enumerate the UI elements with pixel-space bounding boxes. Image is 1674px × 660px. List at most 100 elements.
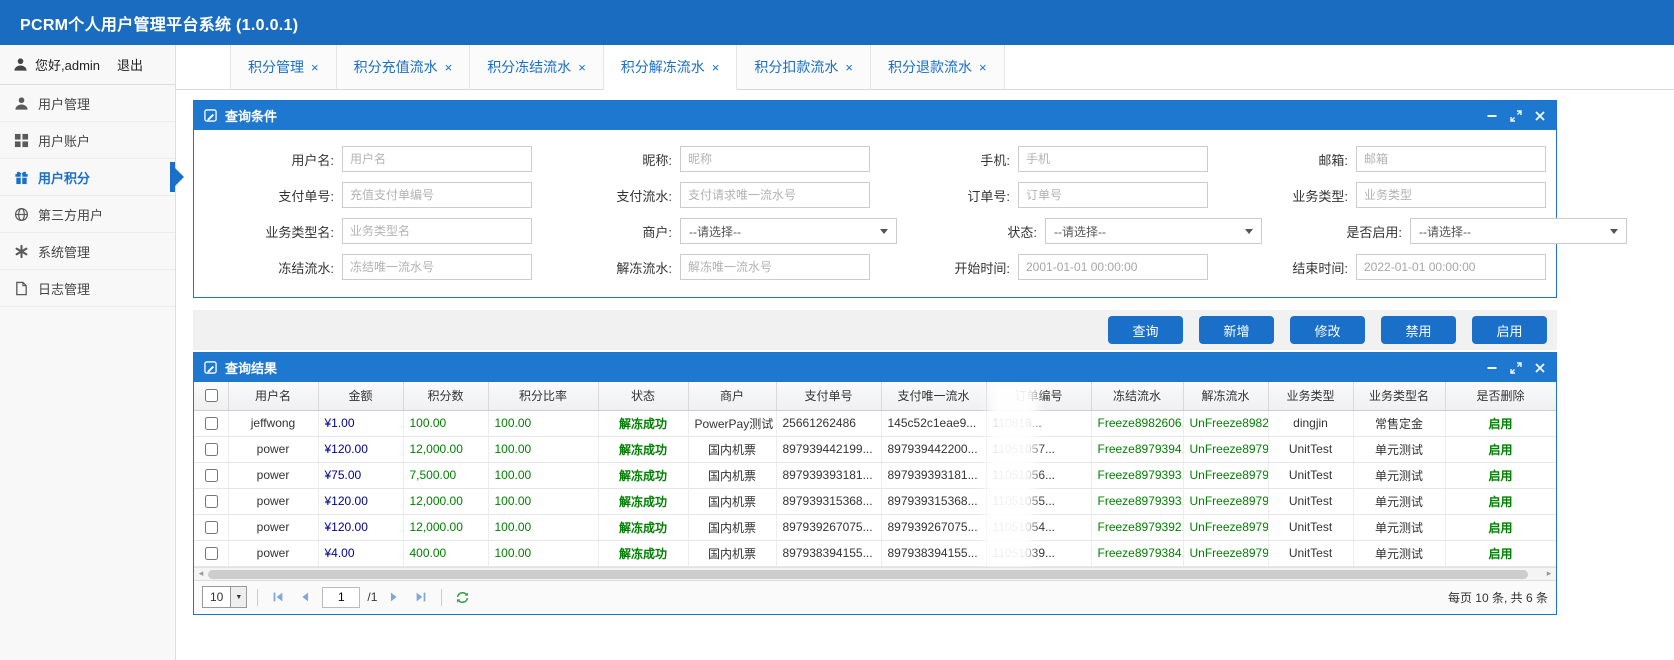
- tab-points-refund-flow[interactable]: 积分退款流水 ×: [871, 45, 1005, 90]
- merchant-select[interactable]: --请选择--: [680, 218, 897, 244]
- column-header[interactable]: 用户名: [228, 382, 318, 410]
- cell: UnitTest: [1268, 462, 1353, 488]
- first-page-icon[interactable]: [268, 587, 288, 607]
- add-button[interactable]: 新增: [1199, 316, 1274, 344]
- table-row[interactable]: power¥4.00400.00100.00解冻成功国内机票8979383941…: [194, 540, 1556, 566]
- freeze-flow-input[interactable]: [342, 254, 532, 280]
- sidebar-item-user-account[interactable]: 用户账户: [0, 122, 175, 159]
- column-header[interactable]: 解冻流水: [1183, 382, 1268, 410]
- column-header[interactable]: 冻结流水: [1091, 382, 1183, 410]
- sidebar-item-label: 用户积分: [38, 168, 90, 187]
- cell: 单元测试: [1353, 436, 1445, 462]
- username-input[interactable]: [342, 146, 532, 172]
- last-page-icon[interactable]: [411, 587, 431, 607]
- enable-button[interactable]: 启用: [1472, 316, 1547, 344]
- start-time-input[interactable]: [1018, 254, 1208, 280]
- column-header[interactable]: 商户: [688, 382, 776, 410]
- select-all-cell: [194, 382, 228, 410]
- scrollbar-thumb[interactable]: [208, 570, 1528, 579]
- column-header[interactable]: 业务类型名: [1353, 382, 1445, 410]
- column-header[interactable]: 支付单号: [776, 382, 881, 410]
- cell: UnitTest: [1268, 540, 1353, 566]
- scroll-right-icon[interactable]: ▸: [1542, 567, 1556, 580]
- row-checkbox[interactable]: [205, 547, 218, 560]
- column-header[interactable]: 积分比率: [488, 382, 598, 410]
- column-header[interactable]: 积分数: [403, 382, 488, 410]
- end-time-input[interactable]: [1356, 254, 1546, 280]
- cell: 897938394155...: [881, 540, 986, 566]
- pay-flow-no-input[interactable]: [680, 182, 870, 208]
- phone-input[interactable]: [1018, 146, 1208, 172]
- search-button[interactable]: 查询: [1108, 316, 1183, 344]
- table-row[interactable]: jeffwong¥1.00100.00100.00解冻成功PowerPay测试2…: [194, 410, 1556, 436]
- row-checkbox[interactable]: [205, 417, 218, 430]
- sidebar-item-user-management[interactable]: 用户管理: [0, 85, 175, 122]
- column-header[interactable]: 是否删除: [1445, 382, 1556, 410]
- unfreeze-flow-input[interactable]: [680, 254, 870, 280]
- sidebar-item-user-points[interactable]: 用户积分: [0, 159, 175, 196]
- panel-window-buttons: [1486, 110, 1546, 122]
- column-header[interactable]: 业务类型: [1268, 382, 1353, 410]
- business-type-name-input[interactable]: [342, 218, 532, 244]
- nickname-input[interactable]: [680, 146, 870, 172]
- cell: ¥120.00: [318, 488, 403, 514]
- tab-close-icon[interactable]: ×: [712, 61, 720, 74]
- page-size-select[interactable]: 10 ▼: [202, 586, 247, 608]
- select-all-checkbox[interactable]: [205, 389, 218, 402]
- refresh-icon[interactable]: [452, 587, 472, 607]
- field-business-type-name: 业务类型名:: [194, 218, 532, 244]
- row-checkbox[interactable]: [205, 469, 218, 482]
- order-no-input[interactable]: [1018, 182, 1208, 208]
- scroll-left-icon[interactable]: ◂: [194, 567, 208, 580]
- table-row[interactable]: power¥75.007,500.00100.00解冻成功国内机票8979393…: [194, 462, 1556, 488]
- cell: 897939442200...: [881, 436, 986, 462]
- disable-button[interactable]: 禁用: [1381, 316, 1456, 344]
- tab-points-recharge-flow[interactable]: 积分充值流水 ×: [337, 45, 471, 90]
- edit-button[interactable]: 修改: [1290, 316, 1365, 344]
- cell: 启用: [1445, 488, 1556, 514]
- column-header[interactable]: 订单编号: [986, 382, 1091, 410]
- tab-close-icon[interactable]: ×: [979, 61, 987, 74]
- horizontal-scrollbar[interactable]: ◂ ▸: [194, 567, 1556, 580]
- sidebar-item-system-management[interactable]: 系统管理: [0, 233, 175, 270]
- tab-close-icon[interactable]: ×: [845, 61, 853, 74]
- row-checkbox[interactable]: [205, 443, 218, 456]
- row-checkbox[interactable]: [205, 521, 218, 534]
- sidebar-item-third-party-users[interactable]: 第三方用户: [0, 196, 175, 233]
- enabled-select[interactable]: --请选择--: [1410, 218, 1627, 244]
- app-window: PCRM个人用户管理平台系统 (1.0.0.1) 您好,admin 退出 用户管…: [0, 0, 1674, 660]
- pay-order-no-input[interactable]: [342, 182, 532, 208]
- tab-close-icon[interactable]: ×: [445, 61, 453, 74]
- content-area: 查询条件 用户名: 昵称: 手机: 邮箱: 支付单号: 支付流水: 订: [176, 90, 1674, 615]
- prev-page-icon[interactable]: [295, 587, 315, 607]
- tab-points-freeze-flow[interactable]: 积分冻结流水 ×: [470, 45, 604, 90]
- expand-icon[interactable]: [1510, 110, 1522, 122]
- close-icon[interactable]: [1534, 110, 1546, 122]
- table-row[interactable]: power¥120.0012,000.00100.00解冻成功国内机票89793…: [194, 488, 1556, 514]
- tab-close-icon[interactable]: ×: [311, 61, 319, 74]
- cell: 国内机票: [688, 436, 776, 462]
- table-row[interactable]: power¥120.0012,000.00100.00解冻成功国内机票89793…: [194, 436, 1556, 462]
- expand-icon[interactable]: [1510, 362, 1522, 374]
- minimize-icon[interactable]: [1486, 362, 1498, 374]
- tab-points-unfreeze-flow[interactable]: 积分解冻流水 ×: [604, 45, 738, 90]
- email-input[interactable]: [1356, 146, 1546, 172]
- logout-link[interactable]: 退出: [117, 55, 143, 74]
- column-header[interactable]: 支付唯一流水: [881, 382, 986, 410]
- page-number-input[interactable]: [322, 587, 360, 608]
- field-pay-flow-no: 支付流水:: [532, 182, 870, 208]
- tab-points-management[interactable]: 积分管理 ×: [230, 45, 337, 90]
- table-row[interactable]: power¥120.0012,000.00100.00解冻成功国内机票89793…: [194, 514, 1556, 540]
- row-checkbox[interactable]: [205, 495, 218, 508]
- status-select[interactable]: --请选择--: [1045, 218, 1262, 244]
- minimize-icon[interactable]: [1486, 110, 1498, 122]
- row-select-cell: [194, 514, 228, 540]
- close-icon[interactable]: [1534, 362, 1546, 374]
- sidebar-item-log-management[interactable]: 日志管理: [0, 270, 175, 307]
- tab-points-deduct-flow[interactable]: 积分扣款流水 ×: [737, 45, 871, 90]
- column-header[interactable]: 状态: [598, 382, 688, 410]
- tab-close-icon[interactable]: ×: [578, 61, 586, 74]
- next-page-icon[interactable]: [384, 587, 404, 607]
- column-header[interactable]: 金额: [318, 382, 403, 410]
- business-type-input[interactable]: [1356, 182, 1546, 208]
